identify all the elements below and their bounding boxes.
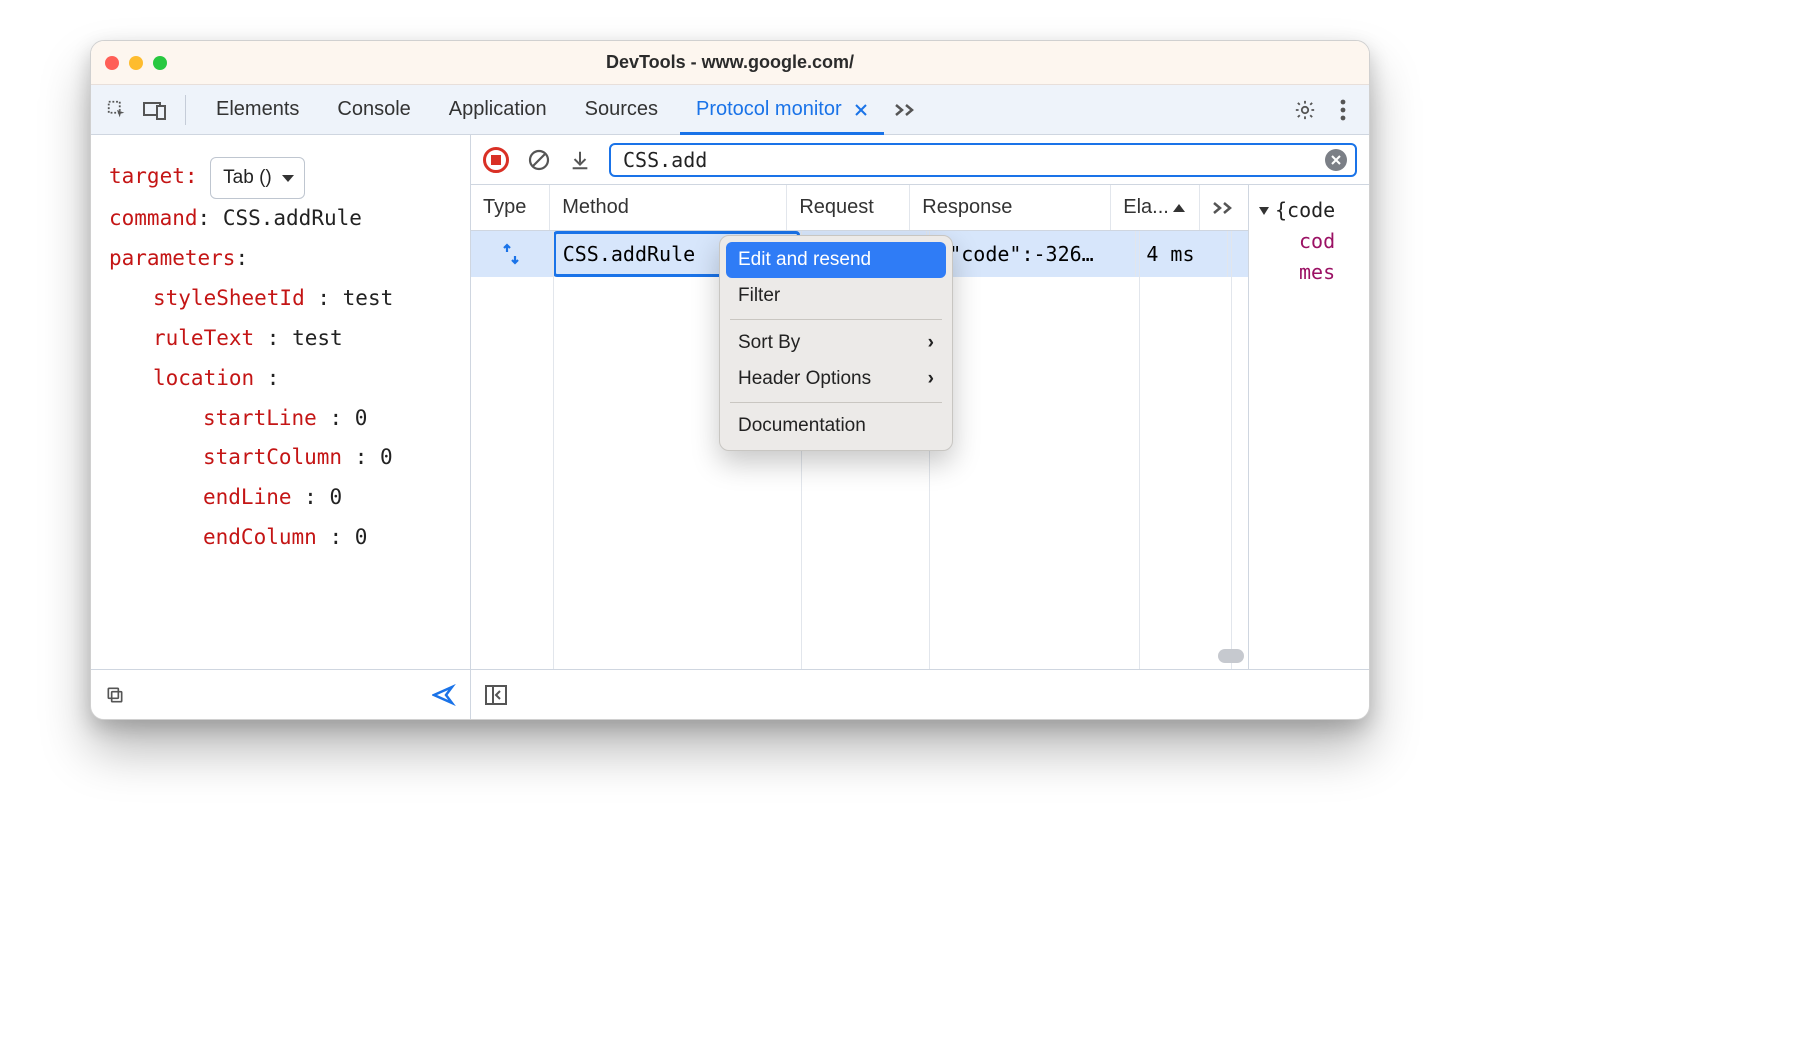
download-icon[interactable] — [569, 149, 591, 171]
detail-line-2: cod — [1299, 229, 1335, 253]
command-label: command — [109, 206, 198, 230]
cell-elapsed: 4 ms — [1136, 231, 1228, 277]
messages-table: Type Method Request Response Ela... — [471, 185, 1249, 669]
cell-type — [471, 231, 553, 277]
col-type[interactable]: Type — [471, 185, 550, 230]
tab-protocol-monitor[interactable]: Protocol monitor — [680, 85, 884, 134]
ctx-documentation[interactable]: Documentation — [726, 408, 946, 444]
command-editor-content: target: Tab () command: CSS.addRule para… — [91, 135, 470, 669]
chevron-right-icon: › — [928, 368, 934, 390]
chevron-down-icon — [282, 175, 294, 182]
protocol-footer — [471, 669, 1369, 719]
kebab-menu-icon[interactable] — [1327, 94, 1359, 126]
titlebar: DevTools - www.google.com/ — [91, 41, 1369, 85]
stylesheetid-label: styleSheetId — [153, 286, 305, 310]
clear-filter-icon[interactable] — [1325, 149, 1347, 171]
chevron-right-icon: › — [928, 332, 934, 354]
scrollbar-thumb[interactable] — [1218, 649, 1244, 663]
parameters-label: parameters — [109, 246, 235, 270]
message-detail-panel: {code cod mes — [1249, 185, 1369, 669]
tab-application[interactable]: Application — [433, 85, 563, 134]
ruletext-label: ruleText — [153, 326, 254, 350]
cell-response: {"code":-326… — [927, 231, 1136, 277]
col-response[interactable]: Response — [910, 185, 1111, 230]
target-select[interactable]: Tab () — [210, 157, 305, 199]
device-toolbar-icon[interactable] — [139, 94, 171, 126]
endline-label: endLine — [203, 485, 292, 509]
ctx-sort-by[interactable]: Sort By › — [726, 325, 946, 361]
send-receive-icon — [501, 243, 521, 265]
separator — [185, 95, 186, 125]
ctx-header-options-label: Header Options — [738, 368, 871, 390]
startline-label: startLine — [203, 406, 317, 430]
ruletext-value[interactable]: test — [292, 326, 343, 350]
filter-input[interactable]: CSS.add — [609, 143, 1357, 177]
command-editor-footer — [91, 669, 470, 719]
detail-line-1: {code — [1275, 198, 1335, 222]
table-body: CSS.addRule {"stv {"code":-326… 4 ms Edi… — [471, 231, 1248, 669]
col-elapsed[interactable]: Ela... — [1111, 185, 1200, 230]
endline-value[interactable]: 0 — [329, 485, 342, 509]
target-label: target — [109, 164, 185, 188]
close-tab-icon[interactable] — [854, 103, 868, 117]
send-command-button[interactable] — [432, 684, 456, 706]
command-value: CSS.addRule — [223, 206, 362, 230]
settings-icon[interactable] — [1289, 94, 1321, 126]
toggle-sidebar-icon[interactable] — [485, 685, 507, 705]
record-button[interactable] — [483, 147, 509, 173]
protocol-toolbar: CSS.add — [471, 135, 1369, 185]
context-menu: Edit and resend Filter Sort By › Header O… — [719, 235, 953, 451]
col-method[interactable]: Method — [550, 185, 787, 230]
command-editor-panel: target: Tab () command: CSS.addRule para… — [91, 135, 471, 719]
stylesheetid-value[interactable]: test — [343, 286, 394, 310]
copy-icon[interactable] — [105, 685, 125, 705]
tab-console[interactable]: Console — [321, 85, 426, 134]
ctx-sort-by-label: Sort By — [738, 332, 800, 354]
col-elapsed-label: Ela... — [1123, 196, 1169, 219]
devtools-body: target: Tab () command: CSS.addRule para… — [91, 135, 1369, 719]
ctx-filter[interactable]: Filter — [726, 278, 946, 314]
clear-icon[interactable] — [527, 148, 551, 172]
sort-asc-icon — [1173, 204, 1185, 212]
ctx-divider — [730, 319, 942, 320]
startcolumn-value[interactable]: 0 — [380, 445, 393, 469]
tab-sources[interactable]: Sources — [569, 85, 674, 134]
detail-line-3: mes — [1299, 260, 1335, 284]
inspect-element-icon[interactable] — [101, 94, 133, 126]
target-select-value: Tab () — [223, 160, 272, 196]
devtools-tabbar: Elements Console Application Sources Pro… — [91, 85, 1369, 135]
location-label: location — [153, 366, 254, 390]
endcolumn-value[interactable]: 0 — [355, 525, 368, 549]
devtools-window: DevTools - www.google.com/ Elements Cons… — [90, 40, 1370, 720]
triangle-down-icon[interactable] — [1259, 207, 1269, 215]
protocol-body: Type Method Request Response Ela... — [471, 185, 1369, 669]
col-more[interactable] — [1200, 185, 1248, 230]
ctx-edit-resend[interactable]: Edit and resend — [726, 242, 946, 278]
ctx-header-options[interactable]: Header Options › — [726, 361, 946, 397]
filter-input-value: CSS.add — [623, 148, 1325, 172]
window-title: DevTools - www.google.com/ — [91, 52, 1369, 73]
startline-value[interactable]: 0 — [355, 406, 368, 430]
col-request[interactable]: Request — [787, 185, 910, 230]
startcolumn-label: startColumn — [203, 445, 342, 469]
ctx-divider — [730, 402, 942, 403]
tab-protocol-monitor-label: Protocol monitor — [696, 98, 842, 121]
endcolumn-label: endColumn — [203, 525, 317, 549]
tab-elements[interactable]: Elements — [200, 85, 315, 134]
protocol-monitor-panel: CSS.add Type Method Request Response Ela… — [471, 135, 1369, 719]
more-tabs-icon[interactable] — [890, 94, 922, 126]
table-header: Type Method Request Response Ela... — [471, 185, 1248, 231]
